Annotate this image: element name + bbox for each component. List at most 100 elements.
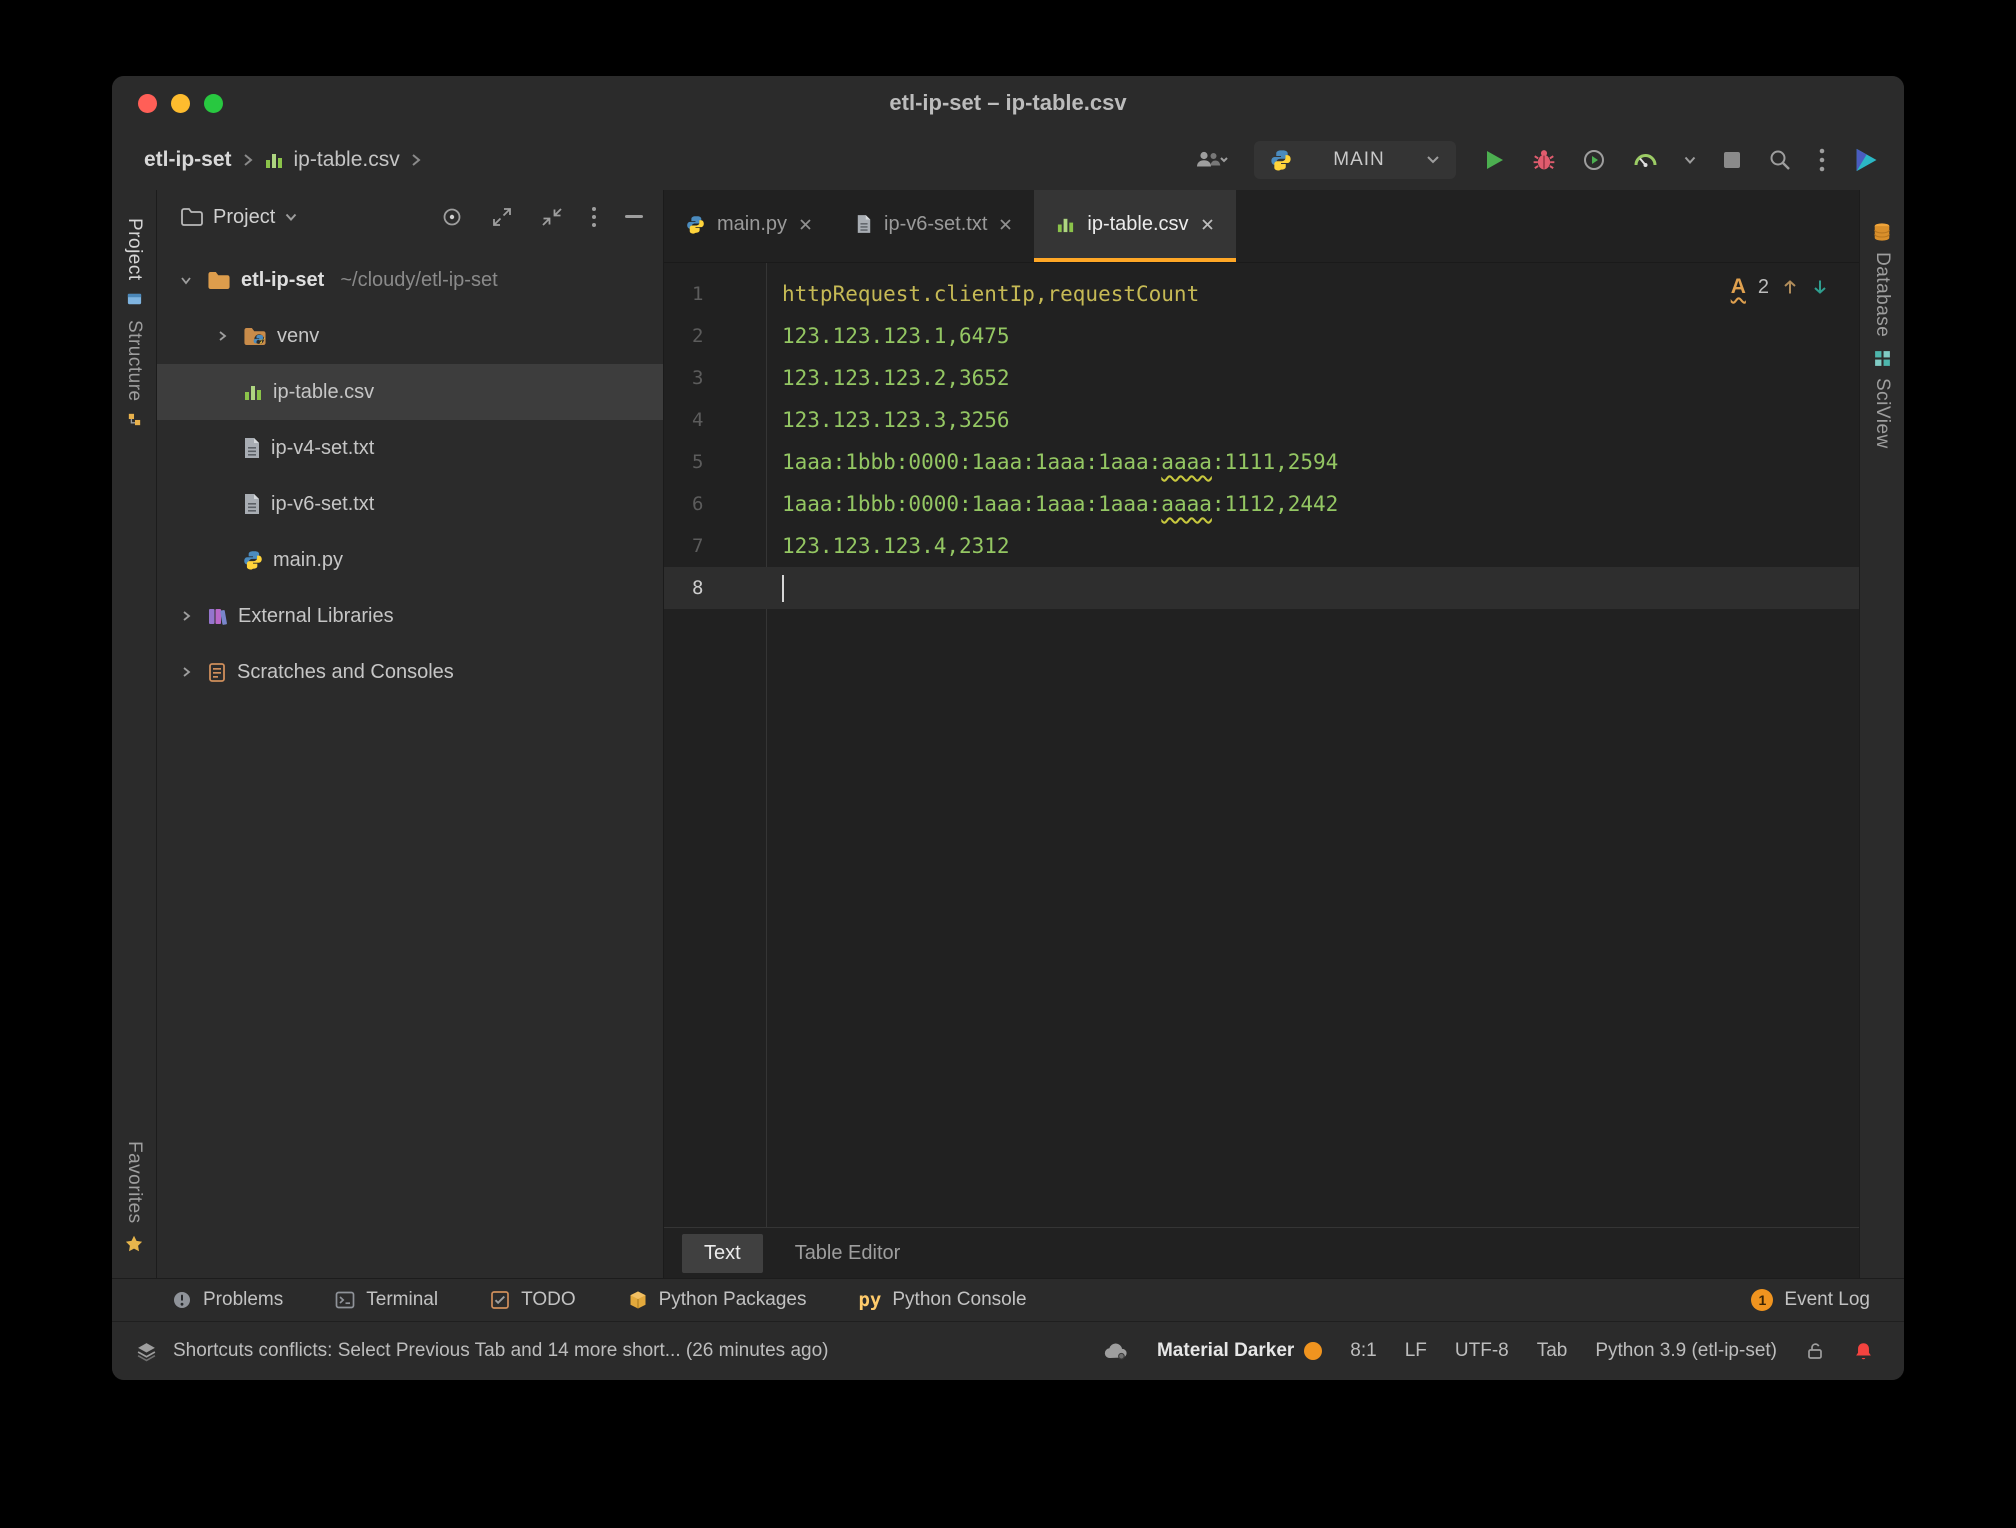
previous-highlight-icon[interactable]	[1781, 278, 1799, 296]
indent-widget[interactable]: Tab	[1537, 1340, 1568, 1362]
caret-position-widget[interactable]: 8:1	[1350, 1340, 1376, 1362]
editor-line[interactable]: 7 123.123.123.4,2312	[664, 525, 1859, 567]
tool-window-button-python-packages[interactable]: Python Packages	[628, 1289, 807, 1311]
typo-highlight: aaaa	[1161, 450, 1212, 474]
code-text	[766, 575, 784, 602]
debug-button[interactable]	[1532, 148, 1556, 172]
close-tab-icon[interactable]	[1201, 218, 1214, 231]
tool-window-button-problems[interactable]: Problems	[172, 1289, 283, 1311]
line-number: 8	[664, 577, 766, 599]
line-number: 2	[664, 325, 766, 347]
notification-bell-icon[interactable]	[1853, 1341, 1874, 1362]
search-everywhere-icon[interactable]	[1768, 148, 1792, 172]
tree-item-label: External Libraries	[238, 605, 394, 628]
csv-chart-icon	[243, 382, 263, 402]
plugin-logo-icon[interactable]	[1852, 146, 1880, 174]
stop-button[interactable]	[1722, 150, 1742, 170]
editor-line[interactable]: 3 123.123.123.2,3652	[664, 357, 1859, 399]
tool-window-button-favorites[interactable]: Favorites	[123, 1135, 145, 1260]
profiler-button[interactable]	[1582, 148, 1606, 172]
tree-item-ip-table-csv[interactable]: ip-table.csv	[157, 364, 663, 420]
folder-icon	[181, 208, 203, 226]
tool-window-button-python-console[interactable]: py Python Console	[858, 1289, 1026, 1311]
chevron-collapsed-icon[interactable]	[175, 609, 197, 623]
theme-widget[interactable]: Material Darker	[1157, 1340, 1322, 1362]
tree-item-ip-v4-set-txt[interactable]: ip-v4-set.txt	[157, 420, 663, 476]
chevron-expanded-icon[interactable]	[175, 273, 197, 287]
chevron-down-icon[interactable]	[1684, 156, 1696, 165]
close-window-button[interactable]	[138, 94, 157, 113]
text-file-icon	[856, 214, 872, 234]
tree-item-root[interactable]: etl-ip-set ~/cloudy/etl-ip-set	[157, 252, 663, 308]
tool-window-button-todo[interactable]: TODO	[490, 1289, 576, 1311]
tree-item-scratches[interactable]: Scratches and Consoles	[157, 644, 663, 700]
tree-item-external-libraries[interactable]: External Libraries	[157, 588, 663, 644]
encoding-widget[interactable]: UTF-8	[1455, 1340, 1509, 1362]
project-panel-title[interactable]: Project	[213, 206, 275, 229]
layers-icon	[136, 1341, 157, 1362]
editor-line[interactable]: 5 1aaa:1bbb:0000:1aaa:1aaa:1aaa:aaaa:111…	[664, 441, 1859, 483]
chevron-collapsed-icon[interactable]	[175, 665, 197, 679]
tool-window-button-database[interactable]: Database	[1871, 216, 1893, 343]
breadcrumb-file[interactable]: ip-table.csv	[294, 148, 400, 172]
tab-main-py[interactable]: main.py	[664, 190, 834, 262]
editor-line[interactable]: 4 123.123.123.3,3256	[664, 399, 1859, 441]
status-message-area[interactable]: Shortcuts conflicts: Select Previous Tab…	[136, 1340, 828, 1362]
editor-body[interactable]: 1 httpRequest.clientIp,requestCount 2 12…	[664, 263, 1859, 1227]
tool-window-button-event-log[interactable]: 1 Event Log	[1751, 1289, 1870, 1311]
kebab-menu-icon[interactable]	[1818, 147, 1826, 173]
todo-icon	[490, 1290, 510, 1310]
run-configuration-select[interactable]: MAIN	[1254, 141, 1456, 179]
hide-panel-icon[interactable]	[625, 215, 643, 219]
text-file-icon	[243, 493, 261, 515]
tool-window-button-project[interactable]: Project	[123, 212, 145, 314]
unlock-icon[interactable]	[1805, 1341, 1825, 1361]
expand-all-icon[interactable]	[491, 206, 513, 228]
next-highlight-icon[interactable]	[1811, 278, 1829, 296]
view-tab-table-editor[interactable]: Table Editor	[773, 1234, 923, 1273]
titlebar: etl-ip-set – ip-table.csv	[112, 76, 1904, 130]
interpreter-widget[interactable]: Python 3.9 (etl-ip-set)	[1595, 1340, 1777, 1362]
tool-window-button-structure[interactable]: Structure	[123, 314, 145, 435]
close-tab-icon[interactable]	[999, 218, 1012, 231]
tree-item-venv[interactable]: venv	[157, 308, 663, 364]
venv-folder-icon	[243, 327, 267, 346]
collapse-all-icon[interactable]	[541, 206, 563, 228]
coverage-gauge-button[interactable]	[1632, 148, 1658, 172]
run-button[interactable]	[1482, 148, 1506, 172]
editor-line[interactable]: 2 123.123.123.1,6475	[664, 315, 1859, 357]
csv-chart-icon	[1056, 215, 1075, 234]
tool-window-label: Terminal	[366, 1289, 438, 1311]
locate-file-icon[interactable]	[441, 206, 463, 228]
status-widgets: Material Darker 8:1 LF UTF-8 Tab Python …	[1103, 1340, 1874, 1362]
view-tab-text[interactable]: Text	[682, 1234, 763, 1273]
tab-label: ip-table.csv	[1087, 213, 1188, 236]
ide-window: etl-ip-set – ip-table.csv etl-ip-set ip-…	[112, 76, 1904, 1380]
tool-window-label: Python Packages	[659, 1289, 807, 1311]
close-tab-icon[interactable]	[799, 218, 812, 231]
inspections-widget[interactable]: A 2	[1731, 275, 1829, 299]
chevron-down-icon[interactable]	[285, 213, 297, 222]
tab-ip-v6-set-txt[interactable]: ip-v6-set.txt	[834, 190, 1034, 262]
chevron-collapsed-icon[interactable]	[211, 329, 233, 343]
kebab-menu-icon[interactable]	[591, 206, 597, 228]
editor-line-current[interactable]: 8	[664, 567, 1859, 609]
minimize-window-button[interactable]	[171, 94, 190, 113]
cloud-icon[interactable]	[1103, 1341, 1129, 1361]
editor-line[interactable]: 1 httpRequest.clientIp,requestCount	[664, 273, 1859, 315]
tab-ip-table-csv[interactable]: ip-table.csv	[1034, 190, 1235, 262]
tree-item-main-py[interactable]: main.py	[157, 532, 663, 588]
breadcrumb-project[interactable]: etl-ip-set	[144, 148, 232, 172]
code-with-me-users-icon[interactable]	[1194, 149, 1228, 171]
left-tool-stripe: Project Structure Favorites	[112, 190, 157, 1278]
zoom-window-button[interactable]	[204, 94, 223, 113]
tool-window-button-sciview[interactable]: SciView	[1871, 343, 1893, 455]
line-number: 5	[664, 451, 766, 473]
tool-window-label: Problems	[203, 1289, 283, 1311]
line-number: 4	[664, 409, 766, 431]
line-separator-widget[interactable]: LF	[1405, 1340, 1427, 1362]
tool-window-button-terminal[interactable]: Terminal	[335, 1289, 438, 1311]
tab-label: main.py	[717, 213, 787, 236]
editor-line[interactable]: 6 1aaa:1bbb:0000:1aaa:1aaa:1aaa:aaaa:111…	[664, 483, 1859, 525]
tree-item-ip-v6-set-txt[interactable]: ip-v6-set.txt	[157, 476, 663, 532]
